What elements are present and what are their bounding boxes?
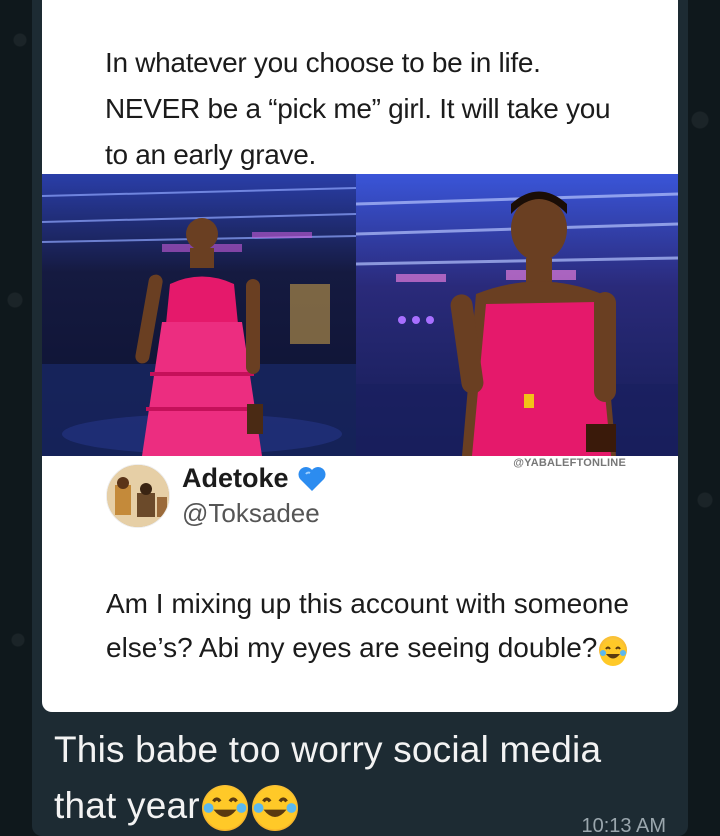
laughing-tears-emoji xyxy=(201,785,248,832)
reply-text: Am I mixing up this account with someone… xyxy=(106,582,646,670)
handle: @Toksadee xyxy=(182,498,320,528)
photo-right xyxy=(356,174,678,456)
caption-text: This babe too worry social media that ye… xyxy=(54,729,602,826)
forwarded-image[interactable]: In whatever you choose to be in life. NE… xyxy=(42,0,678,712)
display-name: Adetoke xyxy=(182,463,289,493)
laughing-tears-emoji xyxy=(599,635,628,666)
watermark: @YABALEFTONLINE xyxy=(513,457,626,469)
photo-collage xyxy=(42,174,678,456)
reply-header: Adetoke @Toksadee xyxy=(106,463,327,529)
reply-author: Adetoke xyxy=(182,463,327,494)
laughing-tears-emoji xyxy=(251,785,298,832)
message-timestamp: 10:13 AM xyxy=(581,815,666,836)
blue-heart-icon xyxy=(297,466,327,492)
tweet-text: In whatever you choose to be in life. NE… xyxy=(105,47,611,170)
photo-left xyxy=(42,174,356,456)
reply-body: Am I mixing up this account with someone… xyxy=(106,588,629,663)
avatar xyxy=(106,464,170,528)
